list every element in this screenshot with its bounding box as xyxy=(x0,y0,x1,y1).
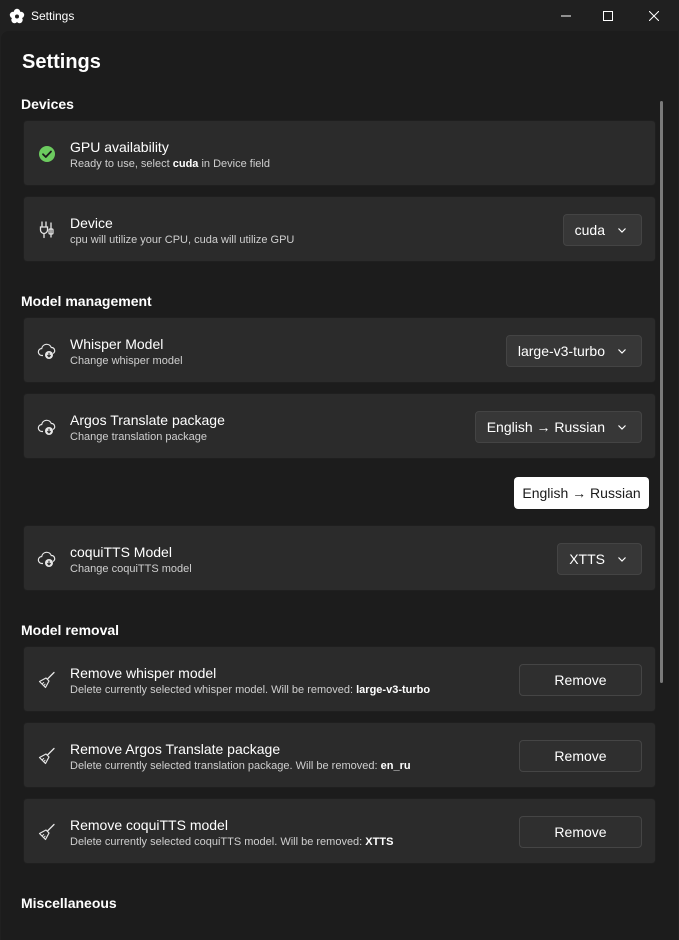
chevron-down-icon xyxy=(617,346,627,356)
gpu-availability-card: GPU availability Ready to use, select cu… xyxy=(23,120,656,186)
cloud-download-icon xyxy=(37,551,56,567)
device-card: Device cpu will utilize your CPU, cuda w… xyxy=(23,196,656,262)
vertical-scrollbar[interactable] xyxy=(660,101,663,683)
remove-argos-desc: Delete currently selected translation pa… xyxy=(70,760,411,772)
chevron-down-icon xyxy=(617,422,627,432)
device-dropdown[interactable]: cuda xyxy=(562,214,642,246)
minimize-button[interactable] xyxy=(543,0,589,31)
remove-coquitts-label: Remove coquiTTS model xyxy=(70,817,228,833)
cloud-download-icon xyxy=(37,343,56,359)
close-button[interactable] xyxy=(631,0,677,31)
remove-coquitts-card: Remove coquiTTS model Delete currently s… xyxy=(23,798,656,864)
page-title: Settings xyxy=(22,51,101,73)
maximize-button[interactable] xyxy=(585,0,631,31)
argos-package-dropdown[interactable]: English → Russian xyxy=(474,411,642,443)
remove-argos-button[interactable]: Remove xyxy=(519,740,642,772)
broom-icon xyxy=(38,671,55,689)
device-desc: cpu will utilize your CPU, cuda will uti… xyxy=(70,234,295,246)
remove-argos-label: Remove Argos Translate package xyxy=(70,741,281,757)
gpu-availability-desc: Ready to use, select cuda in Device fiel… xyxy=(70,158,270,170)
section-devices: Devices xyxy=(21,96,74,112)
argos-package-desc: Change translation package xyxy=(70,431,207,443)
whisper-model-desc: Change whisper model xyxy=(70,355,183,367)
section-model-management: Model management xyxy=(21,293,152,309)
argos-package-label: Argos Translate package xyxy=(70,412,225,428)
broom-icon xyxy=(38,747,55,765)
device-label: Device xyxy=(70,215,113,231)
gpu-availability-label: GPU availability xyxy=(70,139,169,155)
remove-coquitts-desc: Delete currently selected coquiTTS model… xyxy=(70,836,394,848)
whisper-model-card: Whisper Model Change whisper model large… xyxy=(23,317,656,383)
whisper-model-label: Whisper Model xyxy=(70,336,164,352)
chevron-down-icon xyxy=(617,225,627,235)
cloud-download-icon xyxy=(37,419,56,435)
section-model-removal: Model removal xyxy=(21,622,120,638)
whisper-model-dropdown[interactable]: large-v3-turbo xyxy=(505,335,642,367)
window-title: Settings xyxy=(31,9,75,23)
remove-whisper-button[interactable]: Remove xyxy=(519,664,642,696)
argos-package-dropdown-value: English → Russian xyxy=(486,419,605,435)
flower-icon xyxy=(9,8,25,24)
coquitts-model-dropdown-value: XTTS xyxy=(569,551,605,567)
whisper-model-dropdown-value: large-v3-turbo xyxy=(517,343,605,359)
coquitts-model-desc: Change coquiTTS model xyxy=(70,563,192,575)
close-icon xyxy=(649,10,659,21)
argos-package-tooltip: English → Russian xyxy=(514,477,649,509)
plug-icon xyxy=(39,221,54,239)
chevron-down-icon xyxy=(617,554,627,564)
broom-icon xyxy=(38,823,55,841)
argos-package-card: Argos Translate package Change translati… xyxy=(23,393,656,459)
settings-content: Settings Devices GPU availability Ready … xyxy=(1,31,678,940)
maximize-icon xyxy=(603,10,613,21)
remove-whisper-desc: Delete currently selected whisper model.… xyxy=(70,684,431,696)
section-miscellaneous: Miscellaneous xyxy=(21,895,117,911)
check-circle-icon xyxy=(39,146,55,162)
coquitts-model-label: coquiTTS Model xyxy=(70,544,172,560)
remove-whisper-card: Remove whisper model Delete currently se… xyxy=(23,646,656,712)
coquitts-model-card: coquiTTS Model Change coquiTTS model XTT… xyxy=(23,525,656,591)
minimize-icon xyxy=(561,15,571,16)
remove-argos-card: Remove Argos Translate package Delete cu… xyxy=(23,722,656,788)
device-dropdown-value: cuda xyxy=(574,222,605,238)
remove-coquitts-button[interactable]: Remove xyxy=(519,816,642,848)
title-bar: Settings xyxy=(0,0,679,31)
remove-whisper-label: Remove whisper model xyxy=(70,665,217,681)
coquitts-model-dropdown[interactable]: XTTS xyxy=(557,543,642,575)
